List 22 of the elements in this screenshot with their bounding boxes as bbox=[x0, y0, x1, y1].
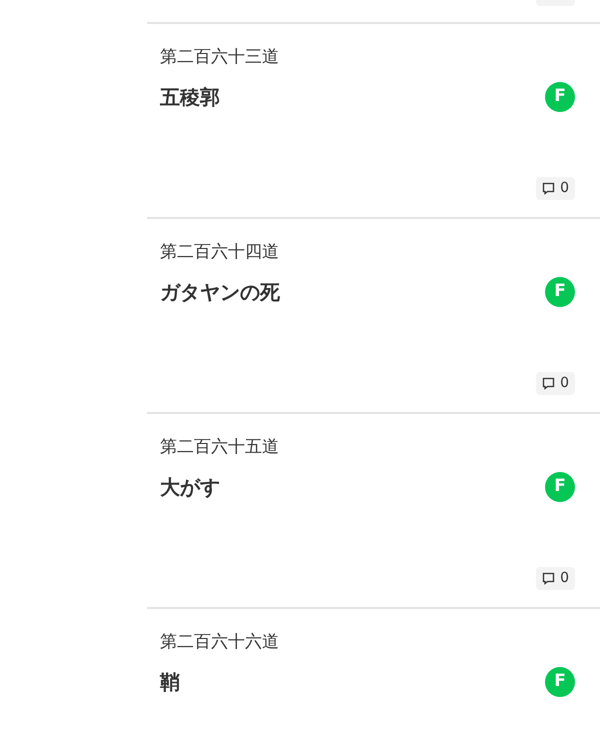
episode-number: 第二百六十五道 bbox=[160, 436, 279, 458]
episode-number: 第二百六十三道 bbox=[160, 46, 279, 68]
episode-title: 大がす bbox=[160, 474, 220, 501]
episode-card[interactable]: 第二百六十四道 ガタヤンの死 F 0 bbox=[147, 219, 600, 414]
comment-count-button[interactable]: 0 bbox=[536, 567, 575, 590]
free-badge: F bbox=[545, 277, 575, 307]
comment-icon bbox=[542, 182, 556, 195]
episode-number: 第二百六十六道 bbox=[160, 631, 279, 653]
episode-card[interactable]: 第二百六十五道 大がす F 0 bbox=[147, 414, 600, 609]
episode-title: ガタヤンの死 bbox=[160, 279, 280, 306]
comment-count-button[interactable]: 0 bbox=[536, 372, 575, 395]
episode-title: 鞘 bbox=[160, 669, 180, 696]
comment-icon bbox=[542, 377, 556, 390]
episode-card[interactable]: 第二百六十三道 五稜郭 F 0 bbox=[147, 24, 600, 219]
episode-number: 第二百六十四道 bbox=[160, 241, 279, 263]
comment-icon bbox=[542, 572, 556, 585]
free-badge: F bbox=[545, 667, 575, 697]
comment-count-button[interactable]: 0 bbox=[536, 177, 575, 200]
free-badge: F bbox=[545, 82, 575, 112]
free-badge: F bbox=[545, 472, 575, 502]
episode-card[interactable]: 第二百六十六道 鞘 F bbox=[147, 609, 600, 750]
episode-title: 五稜郭 bbox=[160, 84, 220, 111]
